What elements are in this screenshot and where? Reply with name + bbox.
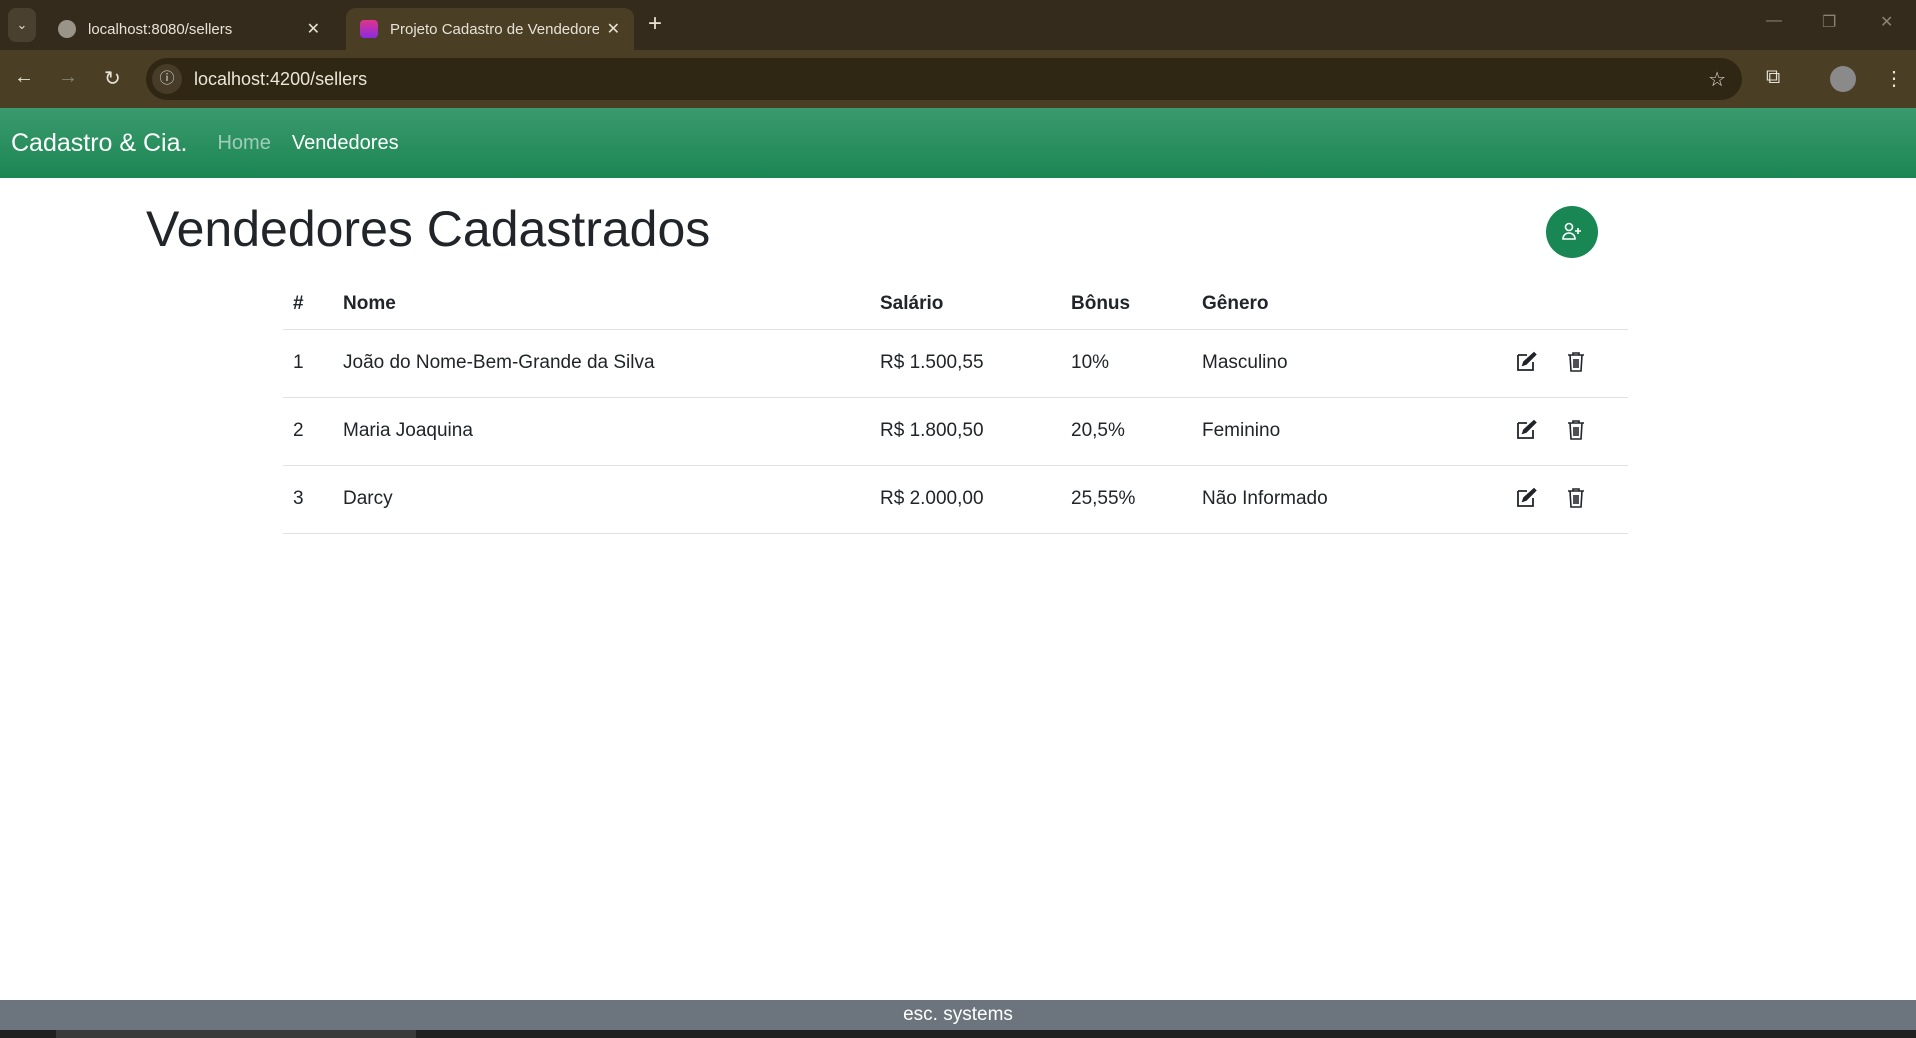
cell-actions — [1514, 329, 1628, 398]
taskbar — [0, 1030, 1916, 1038]
browser-tab[interactable]: localhost:8080/sellers ✕ — [44, 8, 334, 50]
footer: esc. systems — [0, 1000, 1916, 1030]
minimize-icon[interactable]: — — [1766, 12, 1782, 30]
avatar[interactable] — [1830, 66, 1856, 92]
app-navbar: Cadastro & Cia. Home Vendedores — [0, 108, 1916, 178]
col-nome: Nome — [343, 280, 880, 330]
person-plus-icon — [1562, 222, 1581, 240]
browser-tab-active[interactable]: Projeto Cadastro de Vendedores ✕ — [346, 8, 634, 50]
col-id: # — [283, 280, 343, 330]
table-row: 1 João do Nome-Bem-Grande da Silva R$ 1.50… — [283, 329, 1628, 398]
menu-icon[interactable]: ⋮ — [1884, 66, 1904, 91]
address-input[interactable]: ⓘ localhost:4200/sellers ☆ — [146, 58, 1742, 100]
cell-salario: R$ 1.500,55 — [880, 329, 1071, 398]
address-bar-row: ← → ↻ ⓘ localhost:4200/sellers ☆ ⧉ ⋮ — [0, 50, 1916, 108]
angular-icon — [360, 20, 378, 38]
edit-icon[interactable] — [1514, 350, 1540, 376]
cell-id: 2 — [283, 397, 343, 466]
add-seller-button[interactable] — [1546, 206, 1598, 258]
cell-id: 3 — [283, 465, 343, 534]
edit-icon[interactable] — [1514, 486, 1540, 512]
extensions-icon[interactable]: ⧉ — [1766, 66, 1780, 89]
tab-search-button[interactable]: ⌄ — [8, 8, 36, 42]
col-genero: Gênero — [1202, 280, 1514, 330]
reload-icon[interactable]: ↻ — [104, 66, 121, 91]
sellers-table: # Nome Salário Bônus Gênero 1 João do Nom… — [283, 280, 1628, 534]
new-tab-button[interactable]: + — [648, 10, 662, 38]
cell-nome: Maria Joaquina — [343, 397, 880, 466]
nav-home[interactable]: Home — [217, 132, 270, 155]
table-row: 2 Maria Joaquina R$ 1.800,50 20,5% Feminino — [283, 397, 1628, 466]
cell-nome: João do Nome-Bem-Grande da Silva — [343, 329, 880, 398]
edit-icon[interactable] — [1514, 418, 1540, 444]
close-window-icon[interactable]: ✕ — [1880, 12, 1893, 32]
table-row: 3 Darcy R$ 2.000,00 25,55% Não Informado — [283, 465, 1628, 534]
site-info-icon[interactable]: ⓘ — [152, 64, 182, 94]
cell-genero: Feminino — [1202, 397, 1514, 466]
cell-bonus: 20,5% — [1071, 397, 1202, 466]
trash-icon[interactable] — [1564, 418, 1590, 444]
col-salario: Salário — [880, 280, 1071, 330]
brand[interactable]: Cadastro & Cia. — [11, 129, 187, 158]
page-title: Vendedores Cadastrados — [146, 201, 711, 257]
col-bonus: Bônus — [1071, 280, 1202, 330]
cell-bonus: 25,55% — [1071, 465, 1202, 534]
cell-actions — [1514, 397, 1628, 466]
trash-icon[interactable] — [1564, 486, 1590, 512]
cell-nome: Darcy — [343, 465, 880, 534]
browser-tab-bar: ⌄ localhost:8080/sellers ✕ Projeto Cadas… — [0, 0, 1916, 50]
cell-genero: Não Informado — [1202, 465, 1514, 534]
close-tab-icon[interactable]: ✕ — [607, 19, 620, 39]
back-icon[interactable]: ← — [14, 66, 34, 89]
nav-vendedores[interactable]: Vendedores — [292, 132, 399, 155]
cell-bonus: 10% — [1071, 329, 1202, 398]
cell-salario: R$ 1.800,50 — [880, 397, 1071, 466]
bookmark-star-icon[interactable]: ☆ — [1708, 67, 1726, 92]
close-tab-icon[interactable]: ✕ — [307, 19, 320, 39]
cell-id: 1 — [283, 329, 343, 398]
globe-icon — [58, 20, 76, 38]
trash-icon[interactable] — [1564, 350, 1590, 376]
restore-icon[interactable]: ❐ — [1822, 12, 1836, 32]
forward-icon[interactable]: → — [58, 66, 78, 89]
cell-actions — [1514, 465, 1628, 534]
cell-genero: Masculino — [1202, 329, 1514, 398]
cell-salario: R$ 2.000,00 — [880, 465, 1071, 534]
